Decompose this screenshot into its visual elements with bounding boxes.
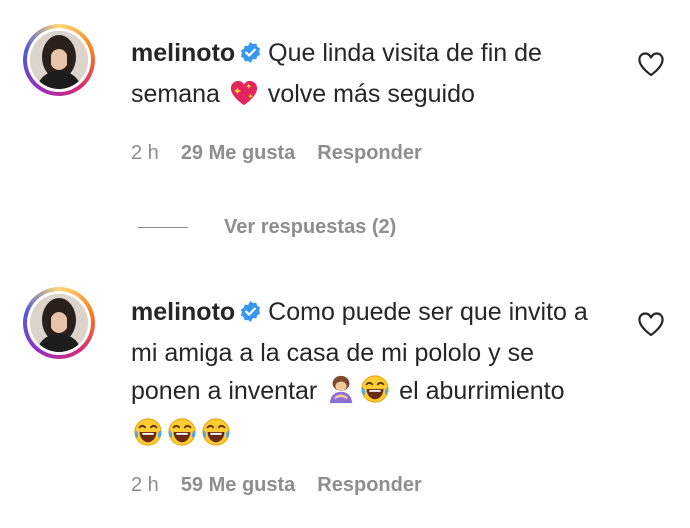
likes-count[interactable]: 59 Me gusta	[181, 474, 295, 496]
comment-body: el aburrimiento	[392, 377, 565, 405]
comment-text: melinoto Como puede ser que invito a mi a…	[131, 293, 601, 458]
person-bowing-icon	[326, 374, 356, 415]
reply-button[interactable]: Responder	[317, 142, 421, 164]
comment-meta: 2 h 59 Me gusta Responder	[131, 474, 444, 497]
sparkling-heart-icon	[229, 79, 259, 118]
replies-divider	[138, 226, 188, 228]
reply-button[interactable]: Responder	[317, 474, 421, 496]
comment-username[interactable]: melinoto	[131, 298, 235, 326]
verified-badge-icon	[239, 296, 262, 334]
view-replies-button[interactable]: Ver respuestas (2)	[138, 212, 396, 242]
like-heart-icon[interactable]	[637, 311, 665, 337]
comment-time: 2 h	[131, 474, 159, 496]
like-heart-icon[interactable]	[637, 51, 665, 77]
view-replies-label: Ver respuestas (2)	[224, 215, 397, 238]
verified-badge-icon	[239, 37, 262, 75]
comment-text: melinoto Que linda visita de fin de seman…	[131, 34, 601, 118]
comment-meta: 2 h 29 Me gusta Responder	[131, 142, 444, 165]
comment-time: 2 h	[131, 142, 159, 164]
comment-username[interactable]: melinoto	[131, 39, 235, 67]
avatar[interactable]	[23, 287, 95, 359]
tears-of-joy-icon	[360, 374, 390, 415]
likes-count[interactable]: 29 Me gusta	[181, 142, 295, 164]
tears-of-joy-icon	[167, 417, 197, 458]
tears-of-joy-icon	[201, 417, 231, 458]
comment-body: volve más seguido	[260, 80, 475, 108]
avatar-photo	[30, 294, 88, 352]
avatar[interactable]	[23, 24, 95, 96]
tears-of-joy-icon	[133, 417, 163, 458]
avatar-photo	[30, 31, 88, 89]
